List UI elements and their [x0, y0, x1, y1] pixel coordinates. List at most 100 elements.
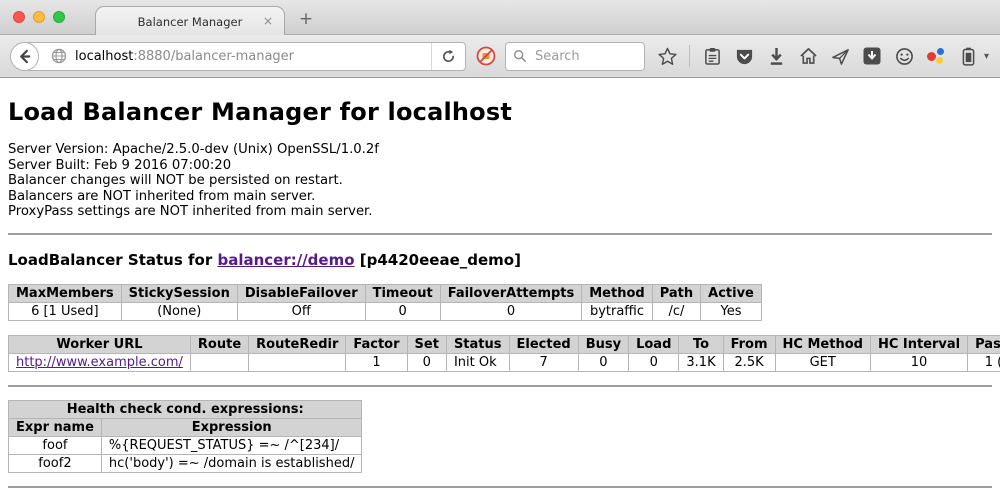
bottom-divider — [8, 486, 992, 488]
table-header-cell: Set — [407, 335, 446, 353]
divider — [8, 385, 992, 387]
expr-name-cell: foof — [9, 436, 102, 454]
back-arrow-icon — [17, 49, 32, 64]
navigation-toolbar: localhost:8880/balancer-manager — [0, 35, 1000, 78]
colored-dots-icon[interactable] — [926, 46, 946, 66]
window-titlebar: Balancer Manager × + — [0, 0, 1000, 35]
server-info: Server Version: Apache/2.5.0-dev (Unix) … — [8, 142, 992, 220]
worker-status-table: Worker URLRouteRouteRedirFactorSetStatus… — [8, 335, 1000, 372]
table-header-cell: Factor — [346, 335, 407, 353]
expr-name-cell: foof2 — [9, 454, 102, 472]
table-header-cell: Expr name — [9, 418, 102, 436]
battery-icon[interactable] — [958, 46, 978, 66]
toolbar-icon-strip: ▾ — [657, 45, 1000, 67]
table-row: http://www.example.com/ 10Init Ok7003.1K… — [9, 353, 1000, 371]
table-header-cell: To — [679, 335, 723, 353]
table-header-cell: Active — [701, 284, 762, 302]
table-header-cell: FailoverAttempts — [440, 284, 582, 302]
server-built-line: Server Built: Feb 9 2016 07:00:20 — [8, 158, 992, 174]
divider — [8, 233, 992, 235]
notice-line: Balancer changes will NOT be persisted o… — [8, 173, 992, 189]
balancer-status-heading: LoadBalancer Status for balancer://demo … — [8, 251, 992, 269]
table-header-row: Expr nameExpression — [9, 418, 362, 436]
table-cell: 0 — [407, 353, 446, 371]
table-header-cell: Route — [190, 335, 248, 353]
table-header-cell: StickySession — [121, 284, 237, 302]
window-minimize-button[interactable] — [33, 11, 45, 23]
table-header-cell: Elected — [509, 335, 578, 353]
table-header-cell: Passes — [968, 335, 1000, 353]
table-header-cell: Path — [652, 284, 700, 302]
send-plane-icon[interactable] — [830, 46, 850, 66]
tab-close-icon[interactable]: × — [261, 14, 275, 28]
table-cell: Yes — [701, 302, 762, 320]
reading-list-clipboard-icon[interactable] — [702, 46, 722, 66]
browser-tab[interactable]: Balancer Manager × — [95, 6, 285, 36]
back-button[interactable] — [10, 42, 39, 71]
table-header-cell: Method — [582, 284, 652, 302]
table-cell — [249, 353, 346, 371]
table-cell: 0 — [365, 302, 440, 320]
notice-line: Balancers are NOT inherited from main se… — [8, 189, 992, 205]
traffic-lights — [13, 11, 65, 23]
table-header-cell: Timeout — [365, 284, 440, 302]
window-zoom-button[interactable] — [53, 11, 65, 23]
url-path: :8880/balancer-manager — [133, 49, 294, 64]
table-header-cell: RouteRedir — [249, 335, 346, 353]
bookmark-star-icon[interactable] — [657, 46, 677, 66]
server-version-line: Server Version: Apache/2.5.0-dev (Unix) … — [8, 142, 992, 158]
url-text: localhost:8880/balancer-manager — [75, 49, 294, 64]
toolbar-overflow-caret-icon[interactable]: ▾ — [984, 51, 989, 62]
new-tab-button[interactable]: + — [296, 8, 316, 30]
table-cell: bytraffic — [582, 302, 652, 320]
table-header-cell: DisableFailover — [237, 284, 365, 302]
table-header-cell: Busy — [578, 335, 628, 353]
table-cell: Init Ok — [446, 353, 509, 371]
table-cell: /c/ — [652, 302, 700, 320]
table-header-cell: MaxMembers — [9, 284, 122, 302]
table-header-cell: HC Method — [775, 335, 870, 353]
table-header-row: MaxMembersStickySessionDisableFailoverTi… — [9, 284, 762, 302]
table-title-row: Health check cond. expressions: — [9, 400, 362, 418]
table-row: 6 [1 Used](None)Off00bytraffic/c/Yes — [9, 302, 762, 320]
window-close-button[interactable] — [13, 11, 25, 23]
reload-icon — [441, 49, 456, 64]
heading-suffix: [p4420eeae_demo] — [355, 251, 521, 269]
plugin-blocked-button[interactable] — [476, 46, 496, 66]
plugin-blocked-icon — [476, 46, 496, 66]
worker-url-cell: http://www.example.com/ — [9, 353, 191, 371]
table-header-row: Worker URLRouteRouteRedirFactorSetStatus… — [9, 335, 1000, 353]
table-cell — [190, 353, 248, 371]
page-title: Load Balancer Manager for localhost — [8, 98, 992, 126]
table-cell: 0 — [440, 302, 582, 320]
table-cell: 0 — [578, 353, 628, 371]
downloads-icon[interactable] — [766, 46, 786, 66]
balancer-demo-link[interactable]: balancer://demo — [217, 251, 354, 269]
table-header-cell: From — [723, 335, 775, 353]
table-row: foof %{REQUEST_STATUS} =~ /^[234]/ — [9, 436, 362, 454]
table-cell: Off — [237, 302, 365, 320]
toolbar-separator — [689, 45, 690, 67]
table-cell: 10 — [870, 353, 967, 371]
url-domain: localhost — [75, 49, 133, 64]
feedback-smiley-icon[interactable] — [894, 46, 914, 66]
table-row: foof2 hc('body') =~ /domain is establish… — [9, 454, 362, 472]
search-bar[interactable] — [505, 42, 645, 71]
home-icon[interactable] — [798, 46, 818, 66]
url-bar[interactable]: localhost:8880/balancer-manager — [24, 42, 466, 71]
table-cell: 1 — [346, 353, 407, 371]
pocket-icon[interactable] — [734, 46, 754, 66]
table-cell: 2.5K — [723, 353, 775, 371]
table-cell: 3.1K — [679, 353, 723, 371]
balancer-settings-table: MaxMembersStickySessionDisableFailoverTi… — [8, 284, 762, 321]
table-cell: 7 — [509, 353, 578, 371]
table-header-cell: Load — [629, 335, 679, 353]
search-input[interactable] — [533, 48, 623, 65]
reload-button[interactable] — [431, 43, 465, 70]
addon-download-box-icon[interactable] — [862, 46, 882, 66]
expression-cell: %{REQUEST_STATUS} =~ /^[234]/ — [101, 436, 362, 454]
tab-title: Balancer Manager — [138, 15, 243, 29]
worker-url-link[interactable]: http://www.example.com/ — [16, 355, 183, 370]
table-header-cell: HC Interval — [870, 335, 967, 353]
page-content: Load Balancer Manager for localhost Serv… — [0, 78, 1000, 490]
